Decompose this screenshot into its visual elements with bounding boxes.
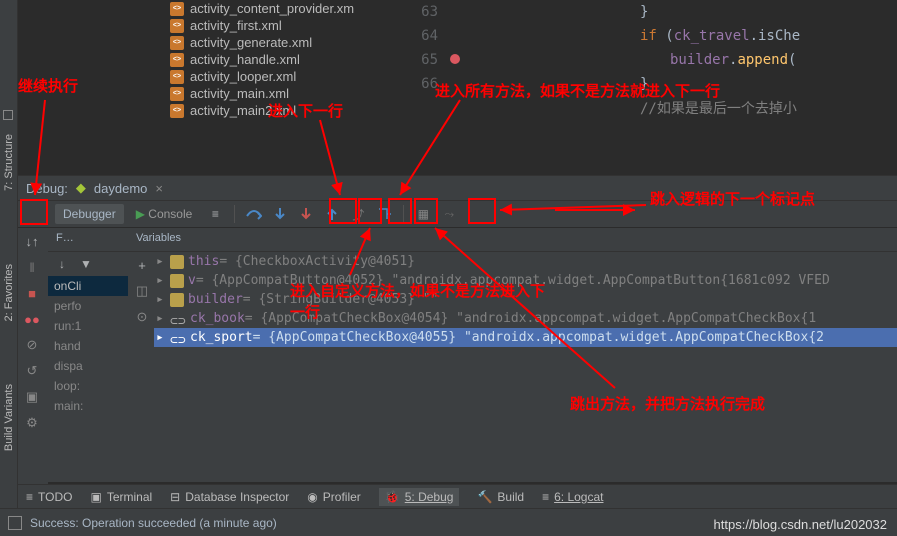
pause-icon[interactable]: ‖ <box>18 254 46 280</box>
console-tab[interactable]: ▶ Console <box>128 204 201 224</box>
frame-item[interactable]: onCli <box>48 276 128 296</box>
file-item[interactable]: activity_main2.xml <box>170 102 410 119</box>
debug-label: Debug: <box>26 181 68 196</box>
code-editor[interactable]: 63} 64if (ck_travel.isChe 65builder.appe… <box>410 0 897 175</box>
watermark: https://blog.csdn.net/lu202032 <box>714 517 887 532</box>
step-into-button[interactable] <box>269 204 291 224</box>
settings-icon[interactable]: ⚙ <box>18 410 46 436</box>
filter-icon[interactable]: ▼ <box>75 254 97 274</box>
run-config-name[interactable]: daydemo <box>94 181 147 196</box>
field-icon <box>170 255 184 269</box>
file-item[interactable]: activity_content_provider.xm <box>170 0 410 17</box>
run-to-cursor-button[interactable] <box>373 204 395 224</box>
step-out-button[interactable] <box>321 204 343 224</box>
mute-bp-button[interactable]: ⊘ <box>18 332 46 358</box>
ide-left-gutter: 7: Structure 2: Favorites Build Variants <box>0 0 18 536</box>
xml-icon <box>170 87 184 101</box>
android-icon: ◆ <box>76 180 86 196</box>
favorites-tab[interactable]: 2: Favorites <box>1 260 17 325</box>
debug-toolbar: Debugger ▶ Console ≡ ⤴ ▦ ⤳ <box>18 201 897 227</box>
breakpoints-button[interactable]: ●● <box>18 306 46 332</box>
frame-item[interactable]: main: <box>48 396 128 416</box>
debug-side-toolbar: ↓↑ ‖ ■ ●● ⊘ ↺ ▣ ⚙ <box>18 228 48 488</box>
trace-button[interactable]: ⤳ <box>438 204 460 224</box>
frames-panel: ↓ ▼ onCli perfo run:1 hand dispa loop: m… <box>48 252 128 482</box>
frame-item[interactable]: run:1 <box>48 316 128 336</box>
db-inspector-tab[interactable]: ⊟ Database Inspector <box>170 490 289 504</box>
variable-row[interactable]: ▸⊂⊃ck_sport = {AppCompatCheckBox@4055} "… <box>128 328 897 347</box>
variable-row[interactable]: ▸builder = {StringBuilder@4053} "" <box>128 290 897 309</box>
threads-icon[interactable]: ↓↑ <box>18 228 46 254</box>
build-variants-tab[interactable]: Build Variants <box>1 380 17 455</box>
status-text: Success: Operation succeeded (a minute a… <box>30 516 277 530</box>
xml-icon <box>170 19 184 33</box>
force-step-into-button[interactable] <box>295 204 317 224</box>
status-icon[interactable] <box>8 516 22 530</box>
field-icon <box>170 293 184 307</box>
add-watch-icon[interactable]: + <box>128 252 156 278</box>
camera-icon[interactable]: ▣ <box>18 384 46 410</box>
debugger-tab[interactable]: Debugger <box>55 204 124 224</box>
xml-icon <box>170 2 184 16</box>
file-item[interactable]: activity_handle.xml <box>170 51 410 68</box>
file-item[interactable]: activity_main.xml <box>170 85 410 102</box>
annotation: 继续执行 <box>18 75 78 96</box>
xml-icon <box>170 70 184 84</box>
terminal-tab[interactable]: ▣ Terminal <box>90 490 152 504</box>
xml-icon <box>170 53 184 67</box>
variable-row[interactable]: ▸v = {AppCompatButton@4052} "androidx.ap… <box>128 271 897 290</box>
bottom-tool-bar: ≡ TODO ▣ Terminal ⊟ Database Inspector ◉… <box>18 484 897 508</box>
layout-icon[interactable]: ≡ <box>204 204 226 224</box>
prev-frame-icon[interactable]: ↓ <box>51 254 73 274</box>
file-item[interactable]: activity_generate.xml <box>170 34 410 51</box>
debug-panel-header: Debug: ◆ daydemo × <box>18 175 897 201</box>
variables-header: Variables <box>128 228 897 252</box>
logcat-tab[interactable]: ≡ 6: Logcat <box>542 490 603 504</box>
xml-icon <box>170 104 184 118</box>
frame-item[interactable]: loop: <box>48 376 128 396</box>
variable-row[interactable]: ▸this = {CheckboxActivity@4051} <box>128 252 897 271</box>
watch-icon[interactable]: ◫ <box>128 278 156 304</box>
profiler-tab[interactable]: ◉ Profiler <box>307 490 361 504</box>
file-item[interactable]: activity_looper.xml <box>170 68 410 85</box>
breakpoint-icon[interactable] <box>450 54 460 64</box>
misc-button[interactable]: ↺ <box>18 358 46 384</box>
stop-button[interactable]: ■ <box>18 280 46 306</box>
glass-icon[interactable]: ⊙ <box>128 304 156 330</box>
drop-frame-button[interactable]: ⤴ <box>347 204 369 224</box>
debug-tab[interactable]: 🐞 5: Debug <box>379 488 460 506</box>
frame-item[interactable]: hand <box>48 336 128 356</box>
evaluate-button[interactable]: ▦ <box>412 204 434 224</box>
variables-panel: + ◫ ⊙ ▸this = {CheckboxActivity@4051} ▸v… <box>128 252 897 482</box>
structure-icon[interactable] <box>3 110 13 120</box>
variable-row[interactable]: ▸⊂⊃ck_book = {AppCompatCheckBox@4054} "a… <box>128 309 897 328</box>
close-icon[interactable]: × <box>155 181 163 196</box>
field-icon <box>170 274 184 288</box>
step-over-button[interactable] <box>243 204 265 224</box>
frame-item[interactable]: dispa <box>48 356 128 376</box>
link-icon: ⊂⊃ <box>170 314 186 324</box>
structure-tab[interactable]: 7: Structure <box>1 130 17 195</box>
xml-icon <box>170 36 184 50</box>
file-item[interactable]: activity_first.xml <box>170 17 410 34</box>
todo-tab[interactable]: ≡ TODO <box>26 490 72 504</box>
build-tab[interactable]: 🔨 Build <box>477 490 524 504</box>
link-icon: ⊂⊃ <box>170 333 186 343</box>
frame-item[interactable]: perfo <box>48 296 128 316</box>
frames-header: F… <box>48 228 128 252</box>
project-file-list: activity_content_provider.xm activity_fi… <box>170 0 410 119</box>
